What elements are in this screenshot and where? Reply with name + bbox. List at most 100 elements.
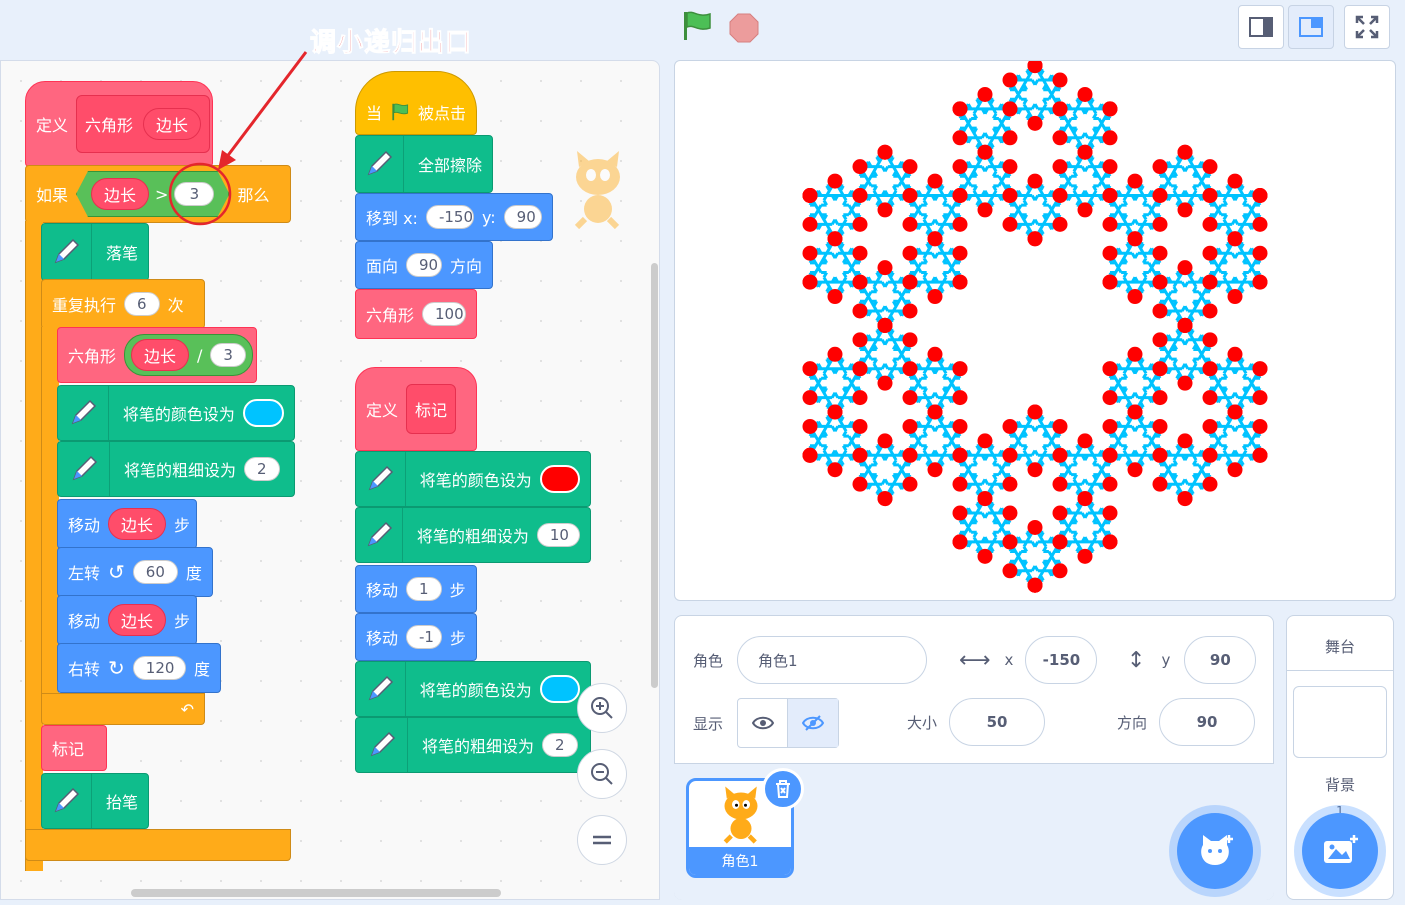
set-pen-color-block[interactable]: 将笔的颜色设为 <box>57 385 295 441</box>
threshold-input[interactable]: 3 <box>174 182 214 206</box>
pen-size-input[interactable]: 10 <box>536 523 580 547</box>
move-steps-block[interactable]: 移动 边长 步 <box>57 595 197 645</box>
green-flag-icon[interactable] <box>680 10 714 42</box>
pen-dot <box>1227 462 1243 478</box>
pen-down-block[interactable]: 落笔 <box>41 223 149 281</box>
pen-dot <box>802 418 818 434</box>
steps-input[interactable]: -1 <box>406 625 442 649</box>
show-button[interactable] <box>738 699 789 747</box>
pen-dot <box>1202 332 1218 348</box>
size-input[interactable]: 100 <box>422 302 467 326</box>
fullscreen-button[interactable] <box>1344 5 1390 49</box>
pen-dot <box>977 491 993 507</box>
param-reporter[interactable]: 边长 <box>131 339 190 371</box>
call-hexagon-label: 六角形 <box>68 347 117 366</box>
pen-dot <box>1002 447 1018 463</box>
pen-dot <box>1202 390 1218 406</box>
zoom-out-button[interactable] <box>577 749 627 799</box>
move-label: 移动 <box>68 612 101 631</box>
clear-block[interactable]: 全部擦除 <box>355 135 493 193</box>
zoom-reset-button[interactable] <box>577 815 627 865</box>
point-direction-block[interactable]: 面向 90 方向 <box>355 241 493 289</box>
set-pen-size-block[interactable]: 将笔的粗细设为 2 <box>355 717 591 773</box>
param-reporter[interactable]: 边长 <box>108 604 167 636</box>
greater-than-operator[interactable]: 边长 > 3 <box>76 171 229 217</box>
divide-operator[interactable]: 边长 / 3 <box>124 334 253 376</box>
pen-dot <box>902 245 918 261</box>
pen-size-input[interactable]: 2 <box>542 733 578 757</box>
divisor-input[interactable]: 3 <box>210 343 246 367</box>
turn-left-input[interactable]: 60 <box>132 560 178 584</box>
visibility-toggle[interactable] <box>737 698 840 748</box>
pen-dot <box>852 159 868 175</box>
pen-dot <box>1077 144 1093 160</box>
turn-right-input[interactable]: 120 <box>132 656 186 680</box>
pen-dot <box>1052 563 1068 579</box>
repeat-block[interactable]: 重复执行 6 次 <box>41 279 205 329</box>
x-input[interactable]: -150 <box>425 205 474 229</box>
hide-button[interactable] <box>788 699 839 747</box>
x-label: x <box>1004 651 1014 669</box>
define-block-mark[interactable]: 定义 标记 <box>355 367 477 451</box>
delete-icon <box>776 780 790 798</box>
zoom-in-button[interactable] <box>577 683 627 733</box>
set-pen-color-block[interactable]: 将笔的颜色设为 <box>355 451 591 507</box>
pen-dot <box>802 447 818 463</box>
param-reporter[interactable]: 边长 <box>143 108 202 140</box>
size-input[interactable]: 50 <box>949 698 1046 746</box>
pen-dot <box>1202 188 1218 203</box>
pen-dot <box>952 390 968 406</box>
pen-size-input[interactable]: 2 <box>244 457 280 481</box>
pen-dot <box>1027 462 1043 478</box>
stage-canvas[interactable] <box>674 60 1396 601</box>
horizontal-scrollbar[interactable] <box>131 889 501 897</box>
goto-xy-block[interactable]: 移到 x: -150 y: 90 <box>355 193 553 241</box>
delete-sprite-button[interactable] <box>762 768 804 810</box>
pen-dot <box>1152 476 1168 492</box>
param-reporter[interactable]: 边长 <box>91 178 149 210</box>
goto-label: 移到 x: <box>366 209 418 228</box>
direction-input[interactable]: 90 <box>406 253 442 277</box>
stop-icon[interactable] <box>728 12 760 44</box>
normal-stage-button[interactable] <box>1288 5 1334 49</box>
steps-input[interactable]: 1 <box>406 577 442 601</box>
move-steps-block[interactable]: 移动 -1 步 <box>355 613 477 661</box>
direction-input[interactable]: 90 <box>1159 698 1256 746</box>
sprite-name-input[interactable]: 角色1 <box>737 636 928 684</box>
vertical-scrollbar[interactable] <box>651 263 658 688</box>
color-picker[interactable] <box>539 675 580 703</box>
x-position-input[interactable]: -150 <box>1025 636 1098 684</box>
if-label: 如果 <box>36 186 69 205</box>
pen-dot <box>802 188 818 203</box>
define-prototype: 六角形 边长 <box>76 95 211 153</box>
y-input[interactable]: 90 <box>503 205 542 229</box>
if-block[interactable]: 如果 边长 > 3 那么 <box>25 165 291 223</box>
code-area[interactable]: 定义 六角形 边长 如果 边长 > 3 那么 落笔 重复执行 6 次 ↶ 六角形 <box>0 60 660 900</box>
pen-dot <box>952 245 968 261</box>
turn-right-block[interactable]: 右转 ↻ 120 度 <box>57 643 221 693</box>
small-stage-button[interactable] <box>1238 5 1284 49</box>
define-block-hexagon[interactable]: 定义 六角形 边长 <box>25 81 213 167</box>
color-picker[interactable] <box>242 399 284 427</box>
choose-sprite-button[interactable] <box>1177 813 1253 889</box>
call-hexagon-block[interactable]: 六角形 边长 / 3 <box>57 327 257 383</box>
move-steps-block[interactable]: 移动 边长 步 <box>57 499 197 549</box>
call-mark-block[interactable]: 标记 <box>41 725 107 771</box>
when-flag-clicked-block[interactable]: 当 被点击 <box>355 71 477 135</box>
param-reporter[interactable]: 边长 <box>108 508 167 540</box>
choose-backdrop-button[interactable] <box>1302 813 1378 889</box>
set-pen-size-block[interactable]: 将笔的粗细设为 2 <box>57 441 295 497</box>
pen-dot <box>1177 202 1193 218</box>
pen-dot <box>1152 418 1168 434</box>
backdrop-thumbnail[interactable] <box>1293 686 1387 758</box>
repeat-count-input[interactable]: 6 <box>124 292 160 316</box>
set-pen-size-block[interactable]: 将笔的粗细设为 10 <box>355 507 591 563</box>
color-picker[interactable] <box>539 465 580 493</box>
move-steps-block[interactable]: 移动 1 步 <box>355 565 477 613</box>
set-pen-color-block[interactable]: 将笔的颜色设为 <box>355 661 591 717</box>
turn-left-block[interactable]: 左转 ↺ 60 度 <box>57 547 213 597</box>
pen-dot <box>1202 245 1218 261</box>
call-hexagon-block[interactable]: 六角形 100 <box>355 289 477 339</box>
y-position-input[interactable]: 90 <box>1184 636 1257 684</box>
pen-up-block[interactable]: 抬笔 <box>41 773 149 829</box>
